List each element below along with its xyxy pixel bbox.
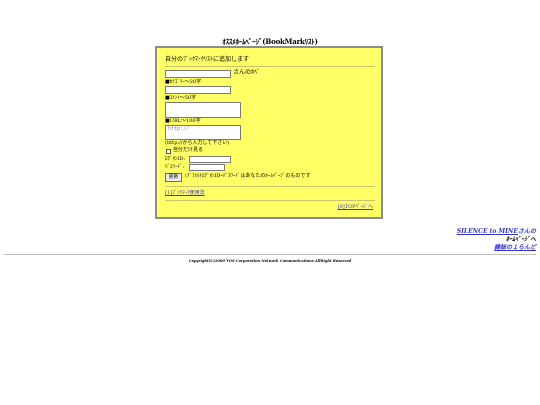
bookmark-form-panel: 自分のﾌﾞｯｸﾏｰｸﾘｽﾄに追加します さんのﾎﾍﾟ ■ｶﾃｺﾞﾘｰ～20字 ■… xyxy=(155,46,383,219)
self-only-checkbox[interactable] xyxy=(166,149,171,154)
homepage-links: SILENCE to MINEさんの ﾎｰﾑﾍﾟｰｼﾞへ 雑誌の１らんど xyxy=(457,228,536,251)
silence-suffix: さんの xyxy=(517,228,536,235)
copyright: Copyright(C)2000 TOS Corporation Network… xyxy=(188,259,352,263)
url-label: ■URL～100字 xyxy=(165,118,201,124)
silence-to-mine-link[interactable]: SILENCE to MINE xyxy=(457,228,518,235)
divider xyxy=(165,186,375,187)
category-label: ■ｶﾃｺﾞﾘｰ～20字 xyxy=(165,79,202,85)
name-input[interactable] xyxy=(165,70,231,78)
submit-note: (ﾃﾞﾌｫﾙﾄﾛｸﾞｵﾝIDｰﾊﾟｽﾜｰﾄﾞはあなたのﾎｰﾑﾍﾟｰｼﾞのものです xyxy=(185,173,311,179)
footer-divider xyxy=(4,254,536,255)
top-page-link[interactable]: [0]TOPﾍﾟｰｼﾞへ xyxy=(338,204,373,211)
divider xyxy=(165,66,375,67)
password-label: ﾊﾟｽﾜｰﾄﾞ: xyxy=(165,164,185,170)
name-suffix: さんのﾎﾍﾟ xyxy=(233,69,261,76)
login-id-label: ﾛｸﾞｵﾝID: xyxy=(165,156,186,162)
magazine-land-link[interactable]: 雑誌の１らんど xyxy=(457,244,536,252)
divider xyxy=(165,200,375,201)
usage-link[interactable]: [1]ﾌﾞｯｸﾏｰｸ使用法 xyxy=(165,190,205,197)
homepage-link[interactable]: ﾎｰﾑﾍﾟｰｼﾞへ xyxy=(457,236,536,244)
login-id-input[interactable] xyxy=(189,156,231,163)
comment-label: ■ｺﾒﾝﾄ～50字 xyxy=(165,95,197,101)
self-only-label: 自分だけ見る xyxy=(173,147,204,153)
url-textarea[interactable]: http:// xyxy=(165,125,241,140)
password-input[interactable] xyxy=(189,164,225,171)
url-hint: (http://から入力して下さい) xyxy=(165,140,230,146)
form-intro: 自分のﾌﾞｯｸﾏｰｸﾘｽﾄに追加します xyxy=(165,56,250,63)
comment-textarea[interactable] xyxy=(165,102,241,118)
category-input[interactable] xyxy=(165,86,231,94)
submit-button[interactable]: 更新 xyxy=(165,173,182,182)
